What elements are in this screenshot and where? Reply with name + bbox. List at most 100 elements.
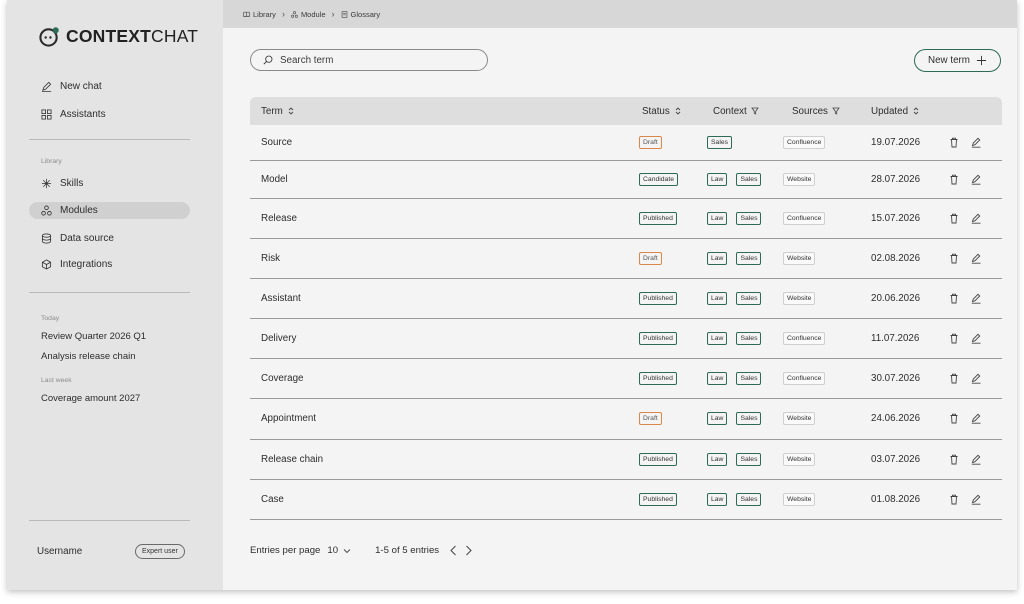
history-item[interactable]: Coverage amount 2027 <box>41 393 140 404</box>
sidebar-item-modules[interactable]: Modules <box>41 205 98 216</box>
context-badge: Sales <box>736 371 762 385</box>
column-header-sources[interactable]: Sources <box>792 97 840 125</box>
edit-icon[interactable] <box>971 333 981 344</box>
sidebar-item-assistants[interactable]: Assistants <box>41 109 106 120</box>
edit-icon[interactable] <box>971 137 981 148</box>
sidebar-item-integrations[interactable]: Integrations <box>41 259 112 270</box>
sort-icon <box>288 107 294 115</box>
breadcrumb-label: Library <box>253 9 276 19</box>
table-row[interactable]: Source Draft Sales Confluence 19.07.2026 <box>250 125 1002 161</box>
cube-icon <box>41 259 52 270</box>
table-row[interactable]: Assistant Published Law Sales Website 20.06.2… <box>250 278 1002 319</box>
table-header: Term Status Context Sources Updated <box>250 97 1002 125</box>
sparkle-icon <box>41 178 52 189</box>
search-icon <box>263 55 273 65</box>
trash-icon[interactable] <box>949 293 959 304</box>
search-field[interactable] <box>250 49 488 71</box>
source-badge: Website <box>783 492 816 506</box>
table-row[interactable]: Model Candidate Law Sales Website 28.07.2026 <box>250 160 1002 199</box>
table-row[interactable]: Risk Draft Law Sales Website 02.08.2026 <box>250 238 1002 279</box>
status-badge: Published <box>639 211 677 225</box>
updated-date: 20.06.2026 <box>871 292 921 304</box>
table-row[interactable]: Appointment Draft Law Sales Website 24.06.202… <box>250 398 1002 440</box>
column-header-context[interactable]: Context <box>713 97 759 125</box>
sidebar-item-data-source[interactable]: Data source <box>41 233 114 244</box>
table-row[interactable]: Case Published Law Sales Website 01.08.2026 <box>250 479 1002 520</box>
module-icon <box>291 10 298 18</box>
context-badge: Law <box>707 371 728 385</box>
term-name: Appointment <box>261 413 317 424</box>
column-header-status[interactable]: Status <box>642 97 682 125</box>
table-row[interactable]: Release chain Published Law Sales Website 03.… <box>250 439 1002 480</box>
username[interactable]: Username <box>37 546 82 557</box>
source-badge: Website <box>783 452 816 466</box>
trash-icon[interactable] <box>949 137 959 148</box>
new-term-button[interactable]: New term <box>914 49 1001 72</box>
trash-icon[interactable] <box>949 174 959 185</box>
edit-icon[interactable] <box>971 373 981 384</box>
trash-icon[interactable] <box>949 454 959 465</box>
table-row[interactable]: Release Published Law Sales Confluence 15.07.… <box>250 198 1002 239</box>
sidebar-item-label: Data source <box>60 233 114 244</box>
updated-date: 19.07.2026 <box>871 137 921 148</box>
glossary-icon <box>341 10 347 18</box>
term-name: Release <box>261 212 297 224</box>
context-badge: Sales <box>736 452 762 466</box>
logo-icon <box>39 27 59 47</box>
edit-icon[interactable] <box>971 213 981 224</box>
updated-date: 11.07.2026 <box>871 332 920 344</box>
edit-icon[interactable] <box>971 413 981 424</box>
trash-icon[interactable] <box>949 373 959 384</box>
breadcrumb-item-module[interactable]: Module <box>291 10 326 19</box>
history-item[interactable]: Analysis release chain <box>41 351 136 362</box>
sort-icon <box>913 107 919 115</box>
chevron-left-icon[interactable] <box>449 545 458 556</box>
sidebar-item-skills[interactable]: Skills <box>41 178 83 189</box>
search-input[interactable] <box>280 54 460 66</box>
entries-per-page-select[interactable]: 10 <box>327 545 351 556</box>
updated-date: 30.07.2026 <box>871 372 921 384</box>
breadcrumb-item-glossary[interactable]: Glossary <box>341 9 381 19</box>
term-name: Delivery <box>261 332 297 344</box>
context-badge: Sales <box>736 412 762 425</box>
updated-date: 03.07.2026 <box>871 453 921 465</box>
chevron-right-icon: › <box>331 9 335 19</box>
breadcrumb-label: Glossary <box>350 9 381 19</box>
edit-icon[interactable] <box>971 454 981 465</box>
trash-icon[interactable] <box>949 253 959 264</box>
sidebar-item-new-chat[interactable]: New chat <box>41 81 102 92</box>
library-section-label: Library <box>41 158 62 165</box>
term-name: Risk <box>261 252 281 264</box>
source-badge: Website <box>783 251 816 265</box>
column-header-updated[interactable]: Updated <box>871 97 920 125</box>
column-header-term[interactable]: Term <box>261 97 295 125</box>
trash-icon[interactable] <box>949 413 959 424</box>
modules-icon <box>41 205 52 216</box>
history-item[interactable]: Review Quarter 2026 Q1 <box>41 331 146 342</box>
app-window: CONTEXTCHAT New chat Assistants Library … <box>7 0 1017 590</box>
context-badge: Law <box>707 452 728 466</box>
edit-icon[interactable] <box>971 494 981 505</box>
edit-icon[interactable] <box>971 174 981 185</box>
column-label: Updated <box>871 105 909 117</box>
context-badge: Sales <box>736 251 762 265</box>
grid-icon <box>41 109 52 120</box>
breadcrumb-item-library[interactable]: Library <box>243 10 276 19</box>
term-name: Model <box>261 173 288 185</box>
sidebar-item-label: Modules <box>60 205 98 216</box>
trash-icon[interactable] <box>949 213 959 224</box>
updated-date: 15.07.2026 <box>871 212 921 224</box>
edit-icon[interactable] <box>971 253 981 264</box>
main-content: Library › Module › Glossary New term Ter… <box>223 0 1017 590</box>
trash-icon[interactable] <box>949 494 959 505</box>
source-badge: Confluence <box>783 136 826 149</box>
edit-icon[interactable] <box>971 293 981 304</box>
status-badge: Published <box>639 492 677 506</box>
trash-icon[interactable] <box>949 333 959 344</box>
table-row[interactable]: Delivery Published Law Sales Confluence 11.07… <box>250 318 1002 359</box>
column-label: Status <box>642 105 670 117</box>
updated-date: 02.08.2026 <box>871 252 921 264</box>
table-row[interactable]: Coverage Published Law Sales Confluence 30.07… <box>250 358 1002 399</box>
context-badge: Law <box>707 251 728 265</box>
chevron-right-icon[interactable] <box>464 545 473 556</box>
